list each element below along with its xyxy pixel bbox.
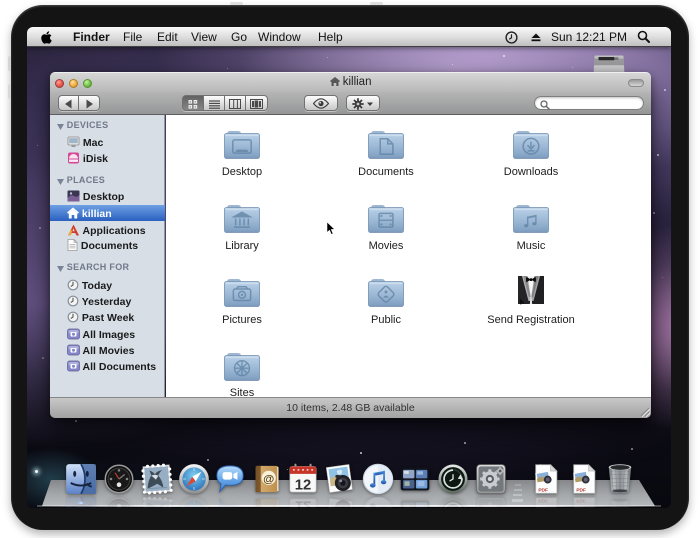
svg-text:12: 12	[295, 477, 312, 493]
svg-text:PDF: PDF	[538, 488, 548, 494]
svg-text:PDF: PDF	[576, 488, 586, 494]
svg-text:@: @	[263, 473, 274, 485]
